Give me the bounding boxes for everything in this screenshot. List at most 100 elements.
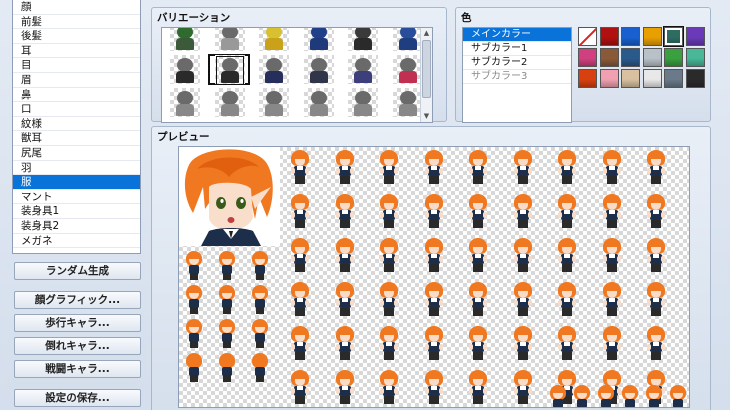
walk-chara-button[interactable]: 歩行キャラ... (14, 314, 141, 332)
parts-list-item[interactable]: 服 (13, 175, 140, 190)
variation-cell[interactable] (251, 28, 296, 53)
color-target-list[interactable]: メインカラー サブカラー1 サブカラー2 サブカラー3 (462, 27, 572, 123)
sprite-arm1 (424, 300, 429, 306)
color-swatch[interactable] (664, 48, 683, 67)
battle-sprite (467, 149, 489, 187)
variation-cell[interactable] (340, 28, 385, 53)
variation-cell[interactable] (296, 53, 341, 86)
sprite-face (517, 247, 528, 254)
sprite-collar (430, 298, 437, 302)
parts-list-item[interactable]: 目 (13, 58, 140, 73)
face-graphic-button[interactable]: 顔グラフィック... (14, 291, 141, 309)
parts-list-item[interactable]: 羽 (13, 161, 140, 176)
color-swatch[interactable] (578, 69, 597, 88)
sprite-arm2 (305, 344, 309, 350)
sprite-legs (256, 341, 264, 348)
parts-list-item[interactable]: 口 (13, 102, 140, 117)
variation-cell[interactable] (207, 28, 252, 53)
variation-outfit (220, 104, 239, 116)
color-swatch[interactable] (685, 69, 705, 88)
fallen-chara-button[interactable]: 倒れキャラ... (14, 337, 141, 355)
scroll-thumb[interactable] (422, 40, 431, 98)
variation-cell[interactable] (162, 28, 207, 53)
color-swatch[interactable] (621, 27, 640, 46)
parts-list-item[interactable]: 紋様 (13, 117, 140, 132)
variation-cell[interactable] (340, 53, 385, 86)
sprite-arm2 (305, 212, 309, 218)
color-target-item[interactable]: サブカラー2 (463, 56, 571, 70)
sprite-arm2 (349, 168, 354, 174)
color-swatch[interactable] (599, 27, 619, 46)
variation-cell[interactable] (251, 86, 296, 119)
parts-list-item[interactable]: 鼻 (13, 88, 140, 103)
sprite-collar (519, 342, 526, 346)
walk-sprite (621, 385, 639, 407)
parts-list-item[interactable]: 獣耳 (13, 131, 140, 146)
walk-sprite (251, 285, 269, 315)
no-color-swatch[interactable] (578, 27, 597, 46)
sprite-arm1 (335, 256, 340, 262)
sprite-face (339, 291, 350, 298)
variation-cell[interactable] (296, 86, 341, 119)
walk-sprite (669, 385, 687, 407)
variation-cell[interactable] (340, 86, 385, 119)
sprite-legs (578, 407, 586, 408)
color-swatch[interactable] (578, 48, 597, 67)
variation-cell[interactable] (207, 86, 252, 119)
color-swatch[interactable] (642, 27, 662, 46)
variation-head-silhouette (221, 58, 238, 72)
color-swatch[interactable] (599, 48, 619, 67)
parts-list-item[interactable]: 装身具1 (13, 204, 140, 219)
variation-cell[interactable] (162, 53, 207, 86)
sprite-legs (384, 352, 394, 360)
parts-list-item[interactable]: 尻尾 (13, 146, 140, 161)
variation-cell[interactable] (251, 53, 296, 86)
variation-scrollbar[interactable]: ▲ ▼ (420, 28, 432, 122)
parts-list-item[interactable]: マント (13, 190, 140, 205)
variation-grid[interactable]: ▲ ▼ (161, 27, 433, 123)
color-swatch[interactable] (642, 48, 662, 67)
parts-list-item[interactable]: 耳 (13, 44, 140, 59)
save-settings-button[interactable]: 設定の保存... (14, 389, 141, 407)
battle-sprite (423, 149, 445, 187)
parts-list[interactable]: 顔前髪 後髪耳目眉鼻口紋様 獣耳 尻尾羽服マント 装身具1 装身具2 メガネ (12, 0, 141, 254)
parts-list-item[interactable]: 後髪 (13, 29, 140, 44)
parts-list-item[interactable]: 眉 (13, 73, 140, 88)
color-swatch[interactable] (685, 48, 705, 67)
sprite-collar (475, 298, 481, 302)
sprite-arm2 (527, 388, 532, 394)
color-swatch[interactable] (664, 69, 683, 88)
parts-list-item[interactable]: 装身具2 (13, 219, 140, 234)
color-swatch[interactable] (621, 48, 640, 67)
color-swatch[interactable] (599, 69, 619, 88)
color-target-item[interactable]: メインカラー (463, 28, 571, 42)
parts-list-item[interactable]: メガネ (13, 234, 140, 249)
sprite-arm1 (335, 344, 340, 350)
color-swatch[interactable] (663, 26, 684, 47)
battle-chara-button[interactable]: 戦闘キャラ... (14, 360, 141, 378)
sprite-face (517, 159, 528, 166)
color-swatch[interactable] (642, 69, 662, 88)
sprite-legs (339, 396, 350, 404)
variation-cell[interactable] (296, 28, 341, 53)
color-target-item[interactable]: サブカラー1 (463, 42, 571, 56)
parts-list-item[interactable]: 顔 (13, 0, 140, 15)
variation-cell[interactable] (162, 86, 207, 119)
color-swatch[interactable] (685, 27, 705, 46)
sprite-arm2 (483, 168, 487, 174)
battle-sprite (289, 237, 311, 275)
sprite-collar (475, 166, 481, 170)
random-generate-button[interactable]: ランダム生成 (14, 262, 141, 280)
variation-cell[interactable] (207, 53, 252, 86)
battle-sprite (378, 193, 400, 231)
scroll-down-arrow-icon[interactable]: ▼ (421, 111, 432, 122)
color-swatch[interactable] (621, 69, 640, 88)
sprite-arm2 (572, 256, 576, 262)
sprite-face (428, 203, 439, 210)
parts-list-item[interactable]: 前髪 (13, 15, 140, 30)
sprite-arm1 (424, 344, 429, 350)
scroll-up-arrow-icon[interactable]: ▲ (421, 28, 432, 39)
sprite-arm2 (349, 300, 354, 306)
sprite-arm1 (380, 344, 384, 350)
sprite-arm1 (469, 344, 473, 350)
